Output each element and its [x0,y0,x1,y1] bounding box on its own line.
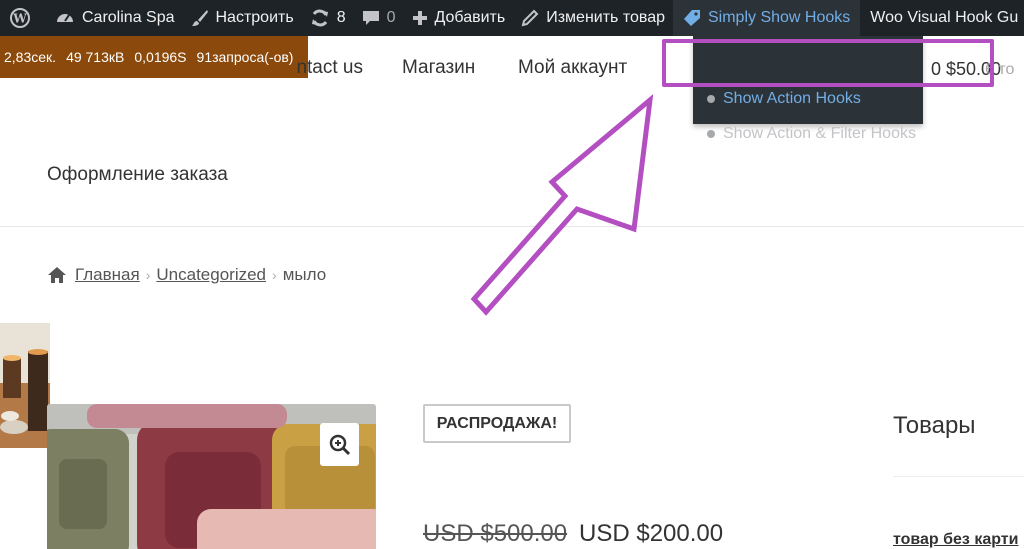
wp-logo-menu[interactable]: W [0,0,47,36]
chevron-right-icon: › [272,267,277,283]
nav-my-account[interactable]: Мой аккаунт [518,57,627,79]
wp-admin-bar: W Carolina Spa Настроить 8 0 Добавить Из… [0,0,1024,36]
annotation-highlight-box [662,39,994,87]
brush-icon [191,10,208,26]
pencil-icon [521,9,539,27]
plus-icon [412,11,427,25]
nav-checkout[interactable]: Оформление заказа [47,164,228,186]
zoom-button[interactable] [320,423,359,466]
updates-icon [311,9,328,27]
regular-price: USD $500.00 [423,520,568,547]
nav-contact-us[interactable]: ntact us [297,57,363,79]
home-icon [48,267,66,283]
qm-db-time: 0,0196S [134,49,187,65]
wordpress-icon: W [10,8,30,28]
widget-title: Товары [893,412,976,439]
qm-time: 2,83сек. [4,49,57,65]
woo-visual-hook-label: Woo Visual Hook Gu [870,9,1019,26]
site-name-menu[interactable]: Carolina Spa [47,0,183,36]
woo-visual-hook-menu[interactable]: Woo Visual Hook Gu [860,0,1024,36]
side-thumbnail-image[interactable] [0,323,50,448]
comment-icon [362,11,379,25]
widget-product-link[interactable]: товар без карти [893,531,1018,549]
qm-memory: 49 713кВ [66,49,125,65]
new-content-menu[interactable]: Добавить [404,0,514,36]
breadcrumb-current: мыло [282,265,327,284]
customize-link[interactable]: Настроить [183,0,302,36]
customize-label: Настроить [215,9,294,26]
updates-count: 8 [336,9,346,26]
sale-badge: РАСПРОДАЖА! [423,404,571,443]
sale-price: USD $200.00 [579,520,724,547]
new-content-label: Добавить [434,9,506,26]
bullet-icon [707,130,715,138]
breadcrumb: Главная › Uncategorized › мыло [47,265,326,285]
chevron-right-icon: › [145,267,151,283]
zoom-in-icon [329,434,350,455]
site-name-label: Carolina Spa [82,9,175,26]
query-monitor-stats[interactable]: 2,83сек. 49 713кВ 0,0196S 91запроса(-ов) [0,36,308,78]
edit-product-label: Изменить товар [546,9,665,26]
breadcrumb-home[interactable]: Главная [75,265,140,285]
simply-show-hooks-menu[interactable]: Simply Show Hooks [673,0,861,36]
tag-icon [684,10,700,26]
dashboard-icon [57,14,73,22]
bullet-icon [707,95,715,103]
widget-divider [893,476,1024,477]
show-action-hooks-label: Show Action Hooks [723,90,861,107]
svg-text:W: W [12,12,27,26]
header-divider [0,226,1024,227]
nav-shop[interactable]: Магазин [402,57,475,79]
breadcrumb-category[interactable]: Uncategorized [156,265,266,285]
show-action-filter-hooks-item[interactable]: Show Action & Filter Hooks [693,122,916,146]
updates-link[interactable]: 8 [302,0,354,36]
qm-queries: 91запроса(-ов) [196,49,294,65]
simply-show-hooks-label: Simply Show Hooks [708,9,851,26]
show-action-hooks-item[interactable]: Show Action Hooks [693,87,861,111]
show-action-filter-hooks-label: Show Action & Filter Hooks [723,125,916,142]
edit-product-link[interactable]: Изменить товар [513,0,673,36]
comments-link[interactable]: 0 [354,0,404,36]
comments-count: 0 [386,9,396,26]
